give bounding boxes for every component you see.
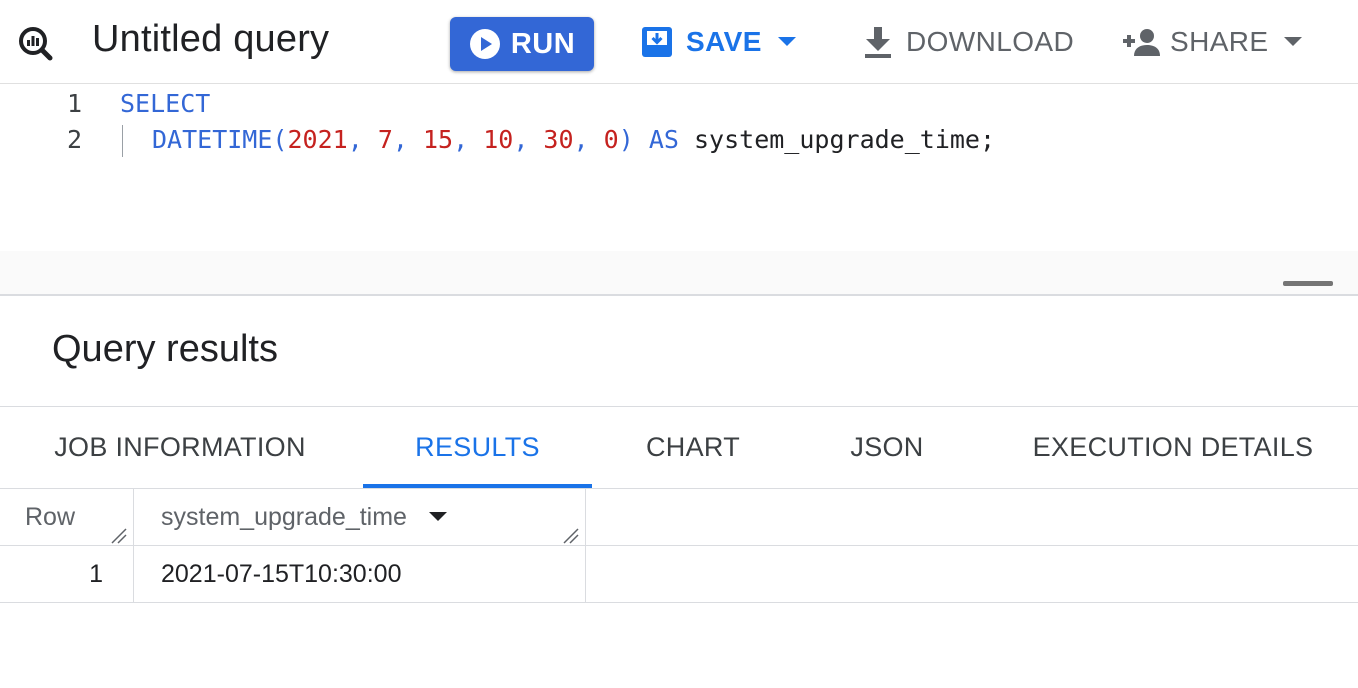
sql-number: 2021 <box>287 125 348 154</box>
sql-number: 7 <box>377 125 393 154</box>
query-toolbar: Untitled query RUN SAVE DOWNLOAD SHARE <box>0 0 1358 84</box>
editor-resize-handle[interactable] <box>1283 281 1333 286</box>
sql-function: DATETIME <box>152 125 273 154</box>
sql-number: 10 <box>483 125 514 154</box>
indent-guide <box>122 125 123 157</box>
tab-results[interactable]: RESULTS <box>363 407 592 487</box>
share-button[interactable]: SHARE <box>1122 20 1303 64</box>
query-icon <box>19 27 53 61</box>
arg-separator: , <box>453 125 484 154</box>
tab-execution-details[interactable]: EXECUTION DETAILS <box>990 407 1356 487</box>
divider <box>0 602 1358 603</box>
tab-json[interactable]: JSON <box>796 407 978 487</box>
row-number-cell: 1 <box>89 559 103 588</box>
editor-divider <box>0 294 1358 296</box>
line-number: 2 <box>66 125 82 154</box>
sql-editor[interactable]: 1 2 SELECT DATETIME(2021, 7, 15, 10, 30,… <box>0 85 1358 295</box>
sql-keyword: SELECT <box>120 89 211 118</box>
table-cell[interactable]: 2021-07-15T10:30:00 <box>134 546 585 602</box>
column-resize-icon[interactable] <box>562 527 580 545</box>
sql-number: 0 <box>603 125 619 154</box>
save-button[interactable]: SAVE <box>640 20 796 64</box>
arg-separator: , <box>513 125 544 154</box>
caret-down-icon[interactable] <box>428 512 447 522</box>
column-resize-icon[interactable] <box>110 527 128 545</box>
sql-number: 30 <box>543 125 574 154</box>
play-icon <box>469 29 500 59</box>
sql-keyword: AS <box>648 125 679 154</box>
editor-footer <box>0 251 1358 295</box>
results-title: Query results <box>52 328 278 370</box>
save-button-label: SAVE <box>686 26 762 57</box>
open-paren: ( <box>272 125 288 154</box>
code-line-1[interactable]: SELECT <box>120 89 210 118</box>
download-button-label: DOWNLOAD <box>906 26 1075 57</box>
download-icon <box>865 27 891 58</box>
column-header-label: system_upgrade_time <box>161 502 407 531</box>
line-number: 1 <box>66 89 82 118</box>
query-title[interactable]: Untitled query <box>92 18 329 61</box>
arg-separator: , <box>347 125 378 154</box>
column-divider <box>585 489 586 603</box>
code-line-2[interactable]: DATETIME(2021, 7, 15, 10, 30, 0) AS syst… <box>152 125 995 154</box>
caret-down-icon[interactable] <box>1284 37 1303 47</box>
run-button[interactable]: RUN <box>450 17 594 71</box>
caret-down-icon[interactable] <box>777 37 796 47</box>
sql-number: 15 <box>422 125 454 154</box>
tab-job-information[interactable]: JOB INFORMATION <box>0 407 360 487</box>
run-button-label: RUN <box>510 27 576 60</box>
share-button-label: SHARE <box>1170 26 1269 57</box>
code-area[interactable] <box>118 85 1358 251</box>
download-button[interactable]: DOWNLOAD <box>862 20 1074 64</box>
arg-separator: , <box>573 125 604 154</box>
tab-chart[interactable]: CHART <box>600 407 786 487</box>
save-icon <box>642 27 672 57</box>
statement-terminator: ; <box>979 125 996 154</box>
person-add-icon <box>1123 29 1160 56</box>
column-alias: system_upgrade_time <box>694 125 980 154</box>
close-paren: ) <box>618 125 634 154</box>
column-header-system-upgrade-time[interactable]: system_upgrade_time <box>134 489 585 545</box>
arg-separator: , <box>392 125 423 154</box>
